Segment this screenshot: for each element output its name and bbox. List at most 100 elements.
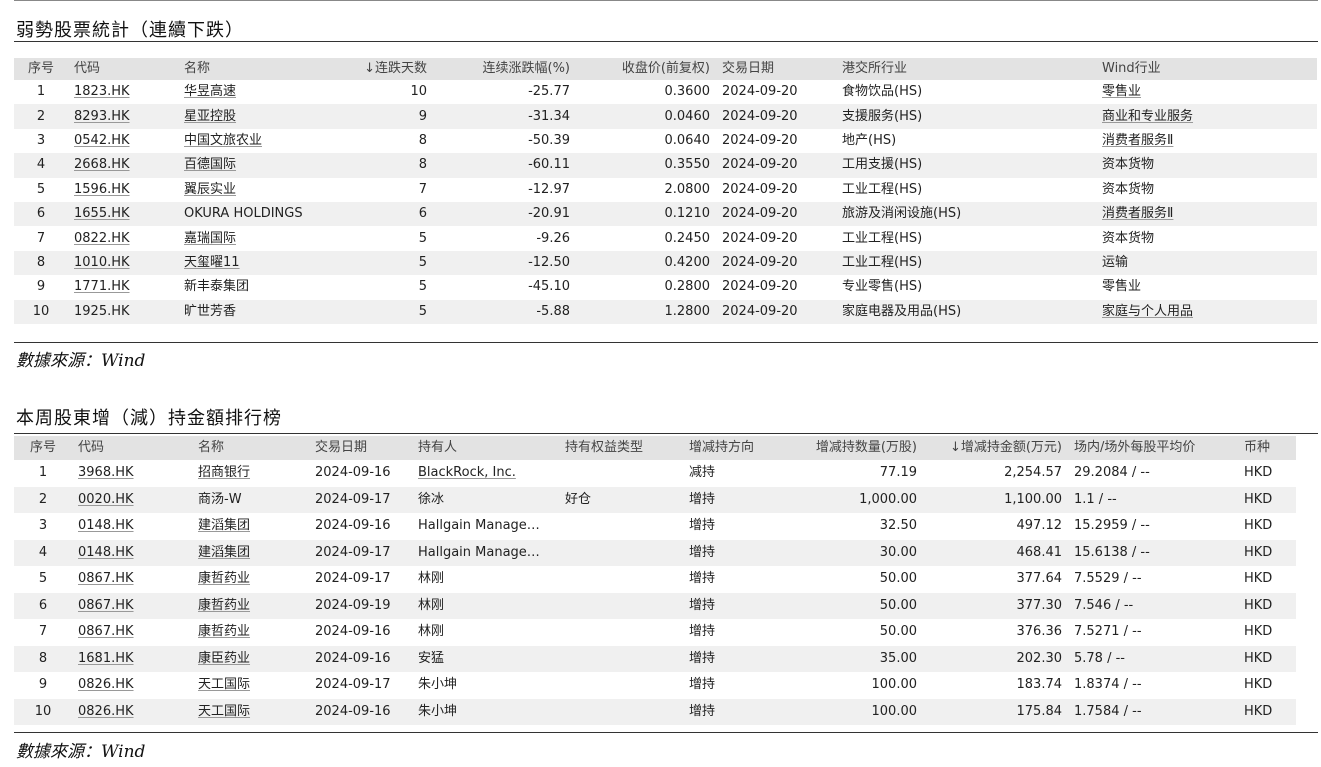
holder-row[interactable]: 6 0867.HK 康哲药业 2024-09-19 林刚 增持 50.00 377.30 7.5… [14,592,1296,620]
cell-code[interactable]: 0826.HK [72,672,192,699]
cell-code[interactable]: 0826.HK [72,699,192,726]
holder-row[interactable]: 8 1681.HK 康臣药业 2024-09-16 安猛 增持 35.00 202.30 5.7… [14,645,1296,673]
cell-name[interactable]: 康哲药业 [192,593,309,620]
cell-name[interactable]: 翼辰实业 [178,178,313,202]
cell-code[interactable]: 8293.HK [68,104,178,128]
col-header-equity-type[interactable]: 持有权益类型 [559,436,683,460]
col-header-holder[interactable]: 持有人 [412,436,559,460]
col-header-code[interactable]: 代码 [72,436,192,460]
cell-code[interactable]: 0867.HK [72,566,192,593]
cell-wind-industry-link[interactable]: 消费者服务Ⅱ [1102,206,1173,221]
cell-wind-industry-link[interactable]: 消费者服务Ⅱ [1102,133,1173,148]
cell-name[interactable]: 百德国际 [178,153,313,177]
cell-code-link[interactable]: 1655.HK [74,206,130,221]
cell-code-link[interactable]: 0822.HK [74,231,130,246]
stock-row[interactable]: 6 1655.HK OKURA HOLDINGS 6 -20.91 0.1210 2024-… [14,201,1317,227]
cell-code[interactable]: 1655.HK [68,202,178,226]
cell-name[interactable]: 招商银行 [192,460,309,487]
cell-code-link[interactable]: 1771.HK [74,279,130,294]
cell-name[interactable]: 嘉瑞国际 [178,226,313,250]
cell-name-link[interactable]: 星亚控股 [184,109,236,124]
cell-code[interactable]: 3968.HK [72,460,192,487]
col-header-hkex-industry[interactable]: 港交所行业 [836,58,1096,80]
stock-row[interactable]: 3 0542.HK 中国文旅农业 8 -50.39 0.0640 2024-09-20 地产(… [14,128,1317,154]
cell-name-link[interactable]: 天工国际 [198,704,250,719]
cell-code-link[interactable]: 1823.HK [74,84,130,99]
cell-code[interactable]: 0148.HK [72,513,192,540]
cell-name[interactable]: 天工国际 [192,699,309,726]
cell-code-link[interactable]: 0867.HK [78,624,134,639]
cell-name-link[interactable]: 建滔集团 [198,518,250,533]
holder-row[interactable]: 4 0148.HK 建滔集团 2024-09-17 Hallgain Manage… 增持… [14,539,1296,567]
stock-row[interactable]: 1 1823.HK 华昱高速 10 -25.77 0.3600 2024-09-20 食物饮品… [14,80,1317,105]
stock-row[interactable]: 9 1771.HK 新丰泰集团 5 -45.10 0.2800 2024-09-20 专业零售… [14,275,1317,300]
cell-code[interactable]: 1681.HK [72,646,192,673]
cell-name[interactable]: 康哲药业 [192,566,309,593]
cell-name[interactable]: 康臣药业 [192,646,309,673]
cell-code-link[interactable]: 0826.HK [78,677,134,692]
holder-row[interactable]: 9 0826.HK 天工国际 2024-09-17 朱小坤 增持 100.00 183.74 1… [14,672,1296,699]
col-header-name[interactable]: 名称 [192,436,309,460]
cell-name[interactable]: 天玺曜11 [178,251,313,275]
col-header-quantity[interactable]: 增减持数量(万股) [781,436,923,460]
cell-code-link[interactable]: 0542.HK [74,133,130,148]
cell-code[interactable]: 0542.HK [68,129,178,153]
cell-name[interactable]: 星亚控股 [178,104,313,128]
cell-wind-industry-link[interactable]: 家庭与个人用品 [1102,304,1193,319]
cell-wind-industry[interactable]: 零售业 [1096,80,1317,104]
stock-row[interactable]: 2 8293.HK 星亚控股 9 -31.34 0.0460 2024-09-20 支援服务(… [14,104,1317,129]
stock-row[interactable]: 4 2668.HK 百德国际 8 -60.11 0.3550 2024-09-20 工用支援(… [14,153,1317,178]
holder-row[interactable]: 3 0148.HK 建滔集团 2024-09-16 Hallgain Manage… 增持… [14,513,1296,540]
holder-row[interactable]: 2 0020.HK 商汤-W 2024-09-17 徐冰 好仓 增持 1,000.00 1,10… [14,486,1296,514]
cell-code[interactable]: 1010.HK [68,251,178,275]
cell-code-link[interactable]: 0148.HK [78,545,134,560]
cell-code-link[interactable]: 1010.HK [74,255,130,270]
cell-name[interactable]: 康哲药业 [192,619,309,646]
cell-code-link[interactable]: 0867.HK [78,598,134,613]
stock-row[interactable]: 7 0822.HK 嘉瑞国际 5 -9.26 0.2450 2024-09-20 工业工程(H… [14,226,1317,251]
cell-code[interactable]: 0020.HK [72,487,192,514]
cell-holder-link[interactable]: BlackRock, Inc. [418,465,516,480]
cell-name-link[interactable]: 建滔集团 [198,545,250,560]
cell-code-link[interactable]: 3968.HK [78,465,134,480]
cell-code-link[interactable]: 0148.HK [78,518,134,533]
col-header-trade-date[interactable]: 交易日期 [309,436,412,460]
cell-code[interactable]: 0822.HK [68,226,178,250]
cell-name[interactable]: 华昱高速 [178,80,313,104]
cell-name-link[interactable]: 康哲药业 [198,624,250,639]
stock-row[interactable]: 8 1010.HK 天玺曜11 5 -12.50 0.4200 2024-09-20 工业工程… [14,250,1317,276]
cell-name-link[interactable]: 嘉瑞国际 [184,231,236,246]
cell-name-link[interactable]: 翼辰实业 [184,182,236,197]
cell-name[interactable]: 建滔集团 [192,540,309,567]
col-header-code[interactable]: 代码 [68,58,178,80]
cell-code-link[interactable]: 8293.HK [74,109,130,124]
cell-wind-industry[interactable]: 商业和专业服务 [1096,104,1317,128]
col-header-down-days[interactable]: ↓连跌天数 [313,58,433,80]
cell-name[interactable]: 中国文旅农业 [178,129,313,153]
col-header-name[interactable]: 名称 [178,58,313,80]
cell-code[interactable]: 2668.HK [68,153,178,177]
col-header-wind-industry[interactable]: Wind行业 [1096,58,1317,80]
holder-row[interactable]: 7 0867.HK 康哲药业 2024-09-16 林刚 增持 50.00 376.36 7.5… [14,619,1296,646]
cell-name-link[interactable]: 中国文旅农业 [184,133,262,148]
cell-code-link[interactable]: 0020.HK [78,492,134,507]
holder-row[interactable]: 5 0867.HK 康哲药业 2024-09-17 林刚 增持 50.00 377.64 7.5… [14,566,1296,593]
stock-row[interactable]: 5 1596.HK 翼辰实业 7 -12.97 2.0800 2024-09-20 工业工程(… [14,177,1317,202]
col-header-trade-date[interactable]: 交易日期 [716,58,836,80]
col-header-direction[interactable]: 增减持方向 [683,436,781,460]
cell-name-link[interactable]: 康臣药业 [198,651,250,666]
cell-wind-industry[interactable]: 消费者服务Ⅱ [1096,129,1317,153]
cell-code-link[interactable]: 0826.HK [78,704,134,719]
cell-code-link[interactable]: 1596.HK [74,182,130,197]
cell-code[interactable]: 0867.HK [72,619,192,646]
cell-code[interactable]: 1596.HK [68,178,178,202]
cell-name-link[interactable]: 百德国际 [184,157,236,172]
cell-wind-industry[interactable]: 家庭与个人用品 [1096,300,1317,324]
cell-wind-industry[interactable]: 消费者服务Ⅱ [1096,202,1317,226]
col-header-avg-price[interactable]: 场内/场外每股平均价 [1068,436,1238,460]
cell-name-link[interactable]: 康哲药业 [198,598,250,613]
cell-wind-industry-link[interactable]: 零售业 [1102,84,1141,99]
col-header-amount[interactable]: ↓增减持金额(万元) [923,436,1068,460]
col-header-change-pct[interactable]: 连续涨跌幅(%) [433,58,576,80]
cell-wind-industry-link[interactable]: 商业和专业服务 [1102,109,1193,124]
